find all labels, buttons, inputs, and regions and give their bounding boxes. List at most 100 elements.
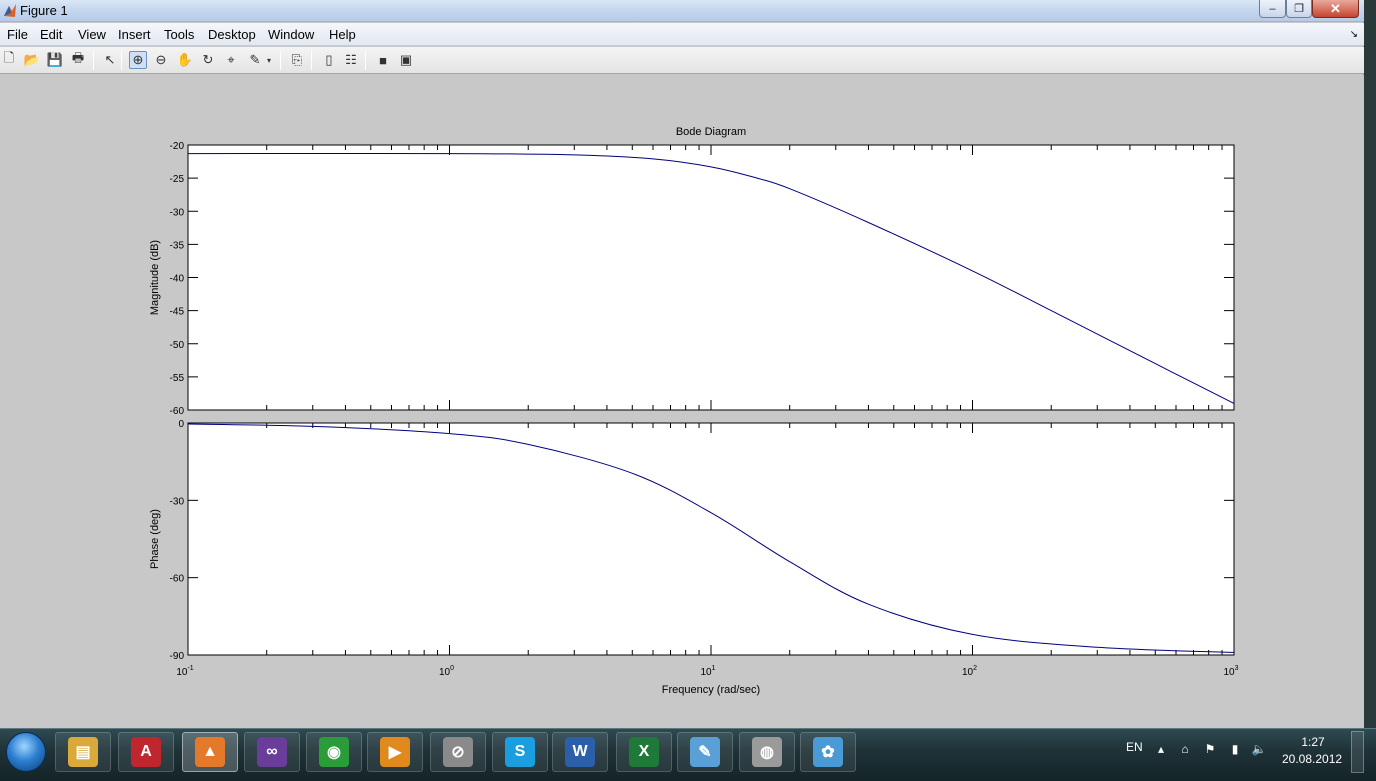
y-tick-label: -25: [170, 174, 185, 185]
bode-plot[interactable]: Bode Diagram -20 -25 -30 -35 -40 -45 -50 -55 -60 M…: [0, 75, 1364, 728]
taskbar-skype[interactable]: S: [492, 732, 548, 772]
hide-plot-tools-icon[interactable]: ■: [374, 51, 392, 69]
tray-network-icon[interactable]: ▮: [1228, 742, 1242, 756]
insert-colorbar-icon[interactable]: ▯: [320, 51, 338, 69]
language-indicator[interactable]: EN: [1126, 740, 1143, 754]
x-tick-exponent: 1: [712, 665, 716, 672]
x-tick-base: 10: [962, 667, 974, 678]
taskbar-explorer[interactable]: ▤: [55, 732, 111, 772]
close-button[interactable]: ✕: [1312, 0, 1359, 18]
zoom-in-icon[interactable]: ⊕: [129, 51, 147, 69]
taskbar: ▤ A ▲ ∞ ◉ ▶ ⊘ S W X ✎ ◍ ✿ EN ▴ ⌂ ⚑ ▮ 🔈 1:27 20.08.2012: [0, 728, 1376, 781]
open-file-icon[interactable]: 📂: [23, 51, 41, 69]
x-tick-base: 10: [700, 667, 712, 678]
x-tick-label: 103: [1223, 665, 1238, 678]
taskbar-excel[interactable]: X: [616, 732, 672, 772]
toolbar-separator: [280, 51, 281, 70]
taskbar-audio[interactable]: ◍: [739, 732, 795, 772]
menu-insert[interactable]: Insert: [118, 27, 151, 42]
taskbar-visual-studio[interactable]: ∞: [244, 732, 300, 772]
x-tick-label: 10-1: [176, 665, 193, 678]
magnitude-ylabel: Magnitude (dB): [149, 240, 161, 315]
taskbar-matlab[interactable]: ▲: [182, 732, 238, 772]
edit-plot-icon[interactable]: ↖: [101, 51, 119, 69]
insert-legend-icon[interactable]: ☷: [342, 51, 360, 69]
matlab-icon: ▲: [195, 737, 225, 767]
taskbar-acrobat[interactable]: A: [118, 732, 174, 772]
taskbar-word[interactable]: W: [552, 732, 608, 772]
menu-tools[interactable]: Tools: [164, 27, 194, 42]
y-tick-label: -60: [170, 406, 185, 417]
taskbar-media-player[interactable]: ▶: [367, 732, 423, 772]
maximize-button[interactable]: ❐: [1286, 0, 1312, 18]
taskbar-notes[interactable]: ✎: [677, 732, 733, 772]
skype-icon: S: [505, 737, 535, 767]
print-icon[interactable]: 🖶: [69, 50, 87, 69]
y-tick-label: -50: [170, 340, 185, 351]
data-cursor-icon[interactable]: ⌖: [222, 51, 240, 69]
tray-usb-icon[interactable]: ⌂: [1178, 742, 1192, 756]
y-tick-label: -35: [170, 240, 185, 251]
menu-edit[interactable]: Edit: [40, 27, 62, 42]
y-tick-label: -45: [170, 307, 185, 318]
pan-icon[interactable]: ✋: [176, 51, 194, 69]
window-title: Figure 1: [20, 3, 68, 18]
figure-canvas: Bode Diagram -20 -25 -30 -35 -40 -45 -50 -55 -60 M…: [0, 75, 1364, 728]
audio-icon: ◍: [752, 737, 782, 767]
rotate-3d-icon[interactable]: ↻: [199, 51, 217, 69]
tray-volume-icon[interactable]: 🔈: [1252, 742, 1267, 756]
taskbar-paint[interactable]: ✿: [800, 732, 856, 772]
chart-xlabel: Frequency (rad/sec): [662, 684, 760, 696]
x-tick-label: 100: [439, 665, 454, 678]
clock-time[interactable]: 1:27: [1298, 735, 1328, 749]
y-tick-label: -30: [170, 207, 185, 218]
y-tick-label: -20: [170, 141, 185, 152]
axes-box: [187, 422, 1235, 656]
acrobat-icon: A: [131, 737, 161, 767]
y-tick-label: -40: [170, 274, 185, 285]
tool-icon: ⊘: [443, 737, 473, 767]
chrome-icon: ◉: [319, 737, 349, 767]
menu-desktop[interactable]: Desktop: [208, 27, 256, 42]
brush-icon[interactable]: ✎: [246, 51, 264, 69]
show-plot-tools-icon[interactable]: ▣: [397, 51, 415, 69]
magnitude-axes[interactable]: -20 -25 -30 -35 -40 -45 -50 -55 -60 Magnitude (dB…: [149, 141, 1235, 417]
zoom-out-icon[interactable]: ⊖: [152, 51, 170, 69]
save-icon[interactable]: 💾: [46, 51, 64, 69]
word-icon: W: [565, 737, 595, 767]
title-bar[interactable]: Figure 1 ‒ ❐ ✕: [0, 0, 1364, 22]
show-desktop-button[interactable]: [1351, 731, 1364, 773]
menu-file[interactable]: File: [7, 27, 28, 42]
x-tick-exponent: -1: [187, 665, 193, 672]
link-plot-icon[interactable]: ⎘: [288, 51, 306, 69]
x-tick-label: 101: [700, 665, 715, 678]
toolbar-separator: [311, 51, 312, 70]
tray-overflow-icon[interactable]: ▴: [1154, 742, 1168, 756]
y-tick-label: -30: [170, 496, 185, 507]
notes-icon: ✎: [690, 737, 720, 767]
menu-view[interactable]: View: [78, 27, 106, 42]
phase-axes[interactable]: 0 -30 -60 -90 Phase (deg): [149, 419, 1235, 662]
minimize-button[interactable]: ‒: [1259, 0, 1286, 18]
y-tick-label: -60: [170, 574, 185, 585]
menu-help[interactable]: Help: [329, 27, 356, 42]
brush-dropdown-icon[interactable]: ▾: [264, 51, 274, 69]
x-tick-exponent: 0: [450, 665, 454, 672]
start-button[interactable]: [6, 732, 46, 772]
paint-icon: ✿: [813, 737, 843, 767]
x-tick-exponent: 3: [1235, 665, 1239, 672]
taskbar-tool[interactable]: ⊘: [430, 732, 486, 772]
phase-ylabel: Phase (deg): [149, 509, 161, 569]
matlab-icon: [4, 4, 16, 17]
clock-date[interactable]: 20.08.2012: [1282, 752, 1342, 766]
menu-window[interactable]: Window: [268, 27, 314, 42]
new-figure-icon[interactable]: 🗋: [0, 50, 18, 69]
taskbar-chrome[interactable]: ◉: [306, 732, 362, 772]
menubar-dock-icon[interactable]: ↘: [1350, 29, 1358, 40]
x-tick-base: 10: [176, 667, 188, 678]
y-tick-label: -90: [170, 651, 185, 662]
y-tick-label: -55: [170, 373, 185, 384]
tray-flag-icon[interactable]: ⚑: [1203, 742, 1217, 756]
axes-box: [187, 144, 1235, 411]
x-tick-base: 10: [439, 667, 451, 678]
